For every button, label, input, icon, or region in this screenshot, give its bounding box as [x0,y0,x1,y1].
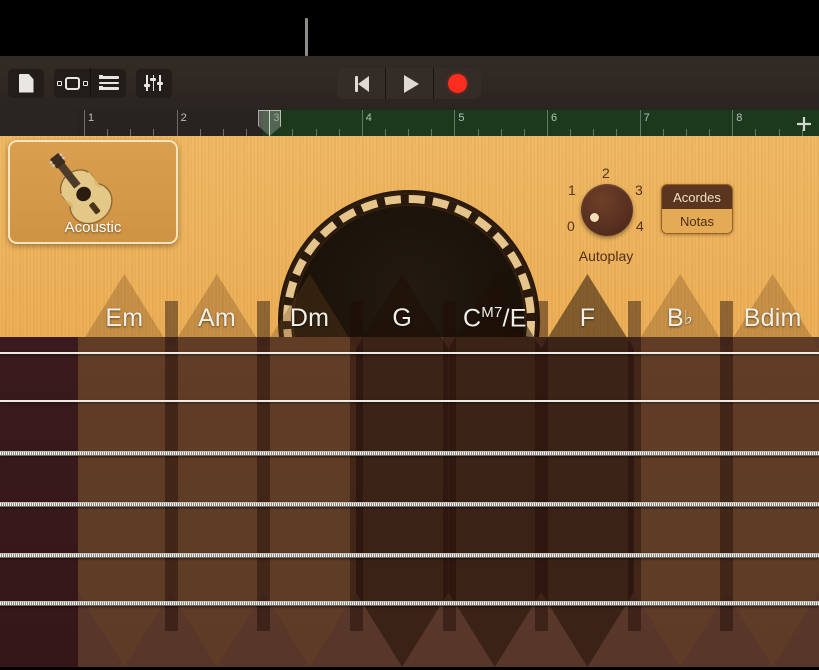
bar-line [454,110,455,136]
beat-tick [779,129,780,136]
document-icon [19,74,34,93]
beat-tick [130,129,131,136]
chord-label: Em [78,304,171,333]
editor-list-icon [99,76,119,90]
beat-tick [339,129,340,136]
autoplay-knob[interactable] [581,184,633,236]
chord-strip-divider [257,301,270,631]
beat-tick [616,129,617,136]
bar-number: 2 [181,112,187,124]
ruler-track[interactable]: 12345678 [78,110,819,136]
timeline-ruler[interactable]: 12345678 [0,110,819,136]
chord-strip-divider [350,301,363,631]
string-2-b[interactable] [0,400,819,402]
mixer-button[interactable] [136,68,172,98]
string-5-a[interactable] [0,553,819,558]
beat-tick [570,129,571,136]
acoustic-guitar-icon [41,148,145,228]
track-view-icon [57,77,88,90]
chords-notes-toggle[interactable]: Acordes Notas [661,184,733,234]
autoplay-knob-indicator [590,213,599,222]
chord-label: CM7/E [449,304,542,333]
mixer-sliders-icon [145,75,163,91]
autoplay-label: Autoplay [556,248,656,264]
bar-line [84,110,85,136]
chord-label: Am [171,304,264,333]
beat-tick [501,129,502,136]
beat-tick [223,129,224,136]
chord-strip-divider [443,301,456,631]
chord-label: Bdim [726,304,819,333]
instrument-selector-card[interactable]: Acoustic [8,140,178,244]
bar-number: 7 [644,112,650,124]
beat-tick [385,129,386,136]
record-icon [448,74,467,93]
beat-tick [478,129,479,136]
bar-line [547,110,548,136]
editor-list-button[interactable] [90,68,126,98]
autoplay-pos-1[interactable]: 1 [568,182,576,198]
beat-tick [246,129,247,136]
beat-tick [755,129,756,136]
autoplay-control[interactable]: 0 1 2 3 4 Autoplay [556,160,656,260]
toolbar-left-group [8,56,172,110]
chord-strip-divider [720,301,733,631]
autoplay-pos-2[interactable]: 2 [602,165,610,181]
add-track-button[interactable] [793,113,815,135]
plus-icon [793,113,815,135]
record-button[interactable] [433,68,481,99]
bar-line [177,110,178,136]
autoplay-pos-4[interactable]: 4 [636,218,644,234]
garageband-window: ? 1 2 3 4 5 6 7 8 [0,0,819,670]
beat-tick [107,129,108,136]
bar-number: 6 [551,112,557,124]
string-4-d[interactable] [0,502,819,507]
beat-tick [593,129,594,136]
bar-line [640,110,641,136]
beat-tick [316,129,317,136]
bar-line [732,110,733,136]
toggle-option-notas[interactable]: Notas [662,209,732,233]
beat-tick [524,129,525,136]
annotation-callout-line [305,18,308,56]
string-1-high-e[interactable] [0,352,819,354]
bar-number: 8 [736,112,742,124]
beat-tick [153,129,154,136]
play-icon [404,75,419,93]
chord-label: B♭ [634,304,727,333]
chord-label: Dm [263,304,356,333]
view-toggle-group [54,68,126,98]
play-button[interactable] [385,68,433,99]
chord-label: F [541,304,634,333]
toolbar: ? [0,56,819,110]
autoplay-pos-3[interactable]: 3 [635,182,643,198]
bar-number: 4 [366,112,372,124]
transport-controls [337,68,481,99]
chord-strip-divider [628,301,641,631]
beat-tick [292,129,293,136]
rewind-button[interactable] [337,68,385,99]
document-button[interactable] [8,68,44,98]
string-6-low-e[interactable] [0,601,819,606]
beat-tick [663,129,664,136]
bar-line [362,110,363,136]
chord-label: G [356,304,449,333]
string-3-g[interactable] [0,451,819,456]
bar-number: 1 [88,112,94,124]
beat-tick [709,129,710,136]
beat-tick [686,129,687,136]
chord-strip-divider [535,301,548,631]
chord-strip-divider [165,301,178,631]
beat-tick [431,129,432,136]
instrument-name: Acoustic [10,219,176,236]
beat-tick [408,129,409,136]
autoplay-pos-0[interactable]: 0 [567,218,575,234]
beat-tick [200,129,201,136]
playhead[interactable] [258,110,281,136]
bar-number: 5 [458,112,464,124]
track-view-button[interactable] [54,68,90,98]
toggle-option-acordes[interactable]: Acordes [662,185,732,209]
